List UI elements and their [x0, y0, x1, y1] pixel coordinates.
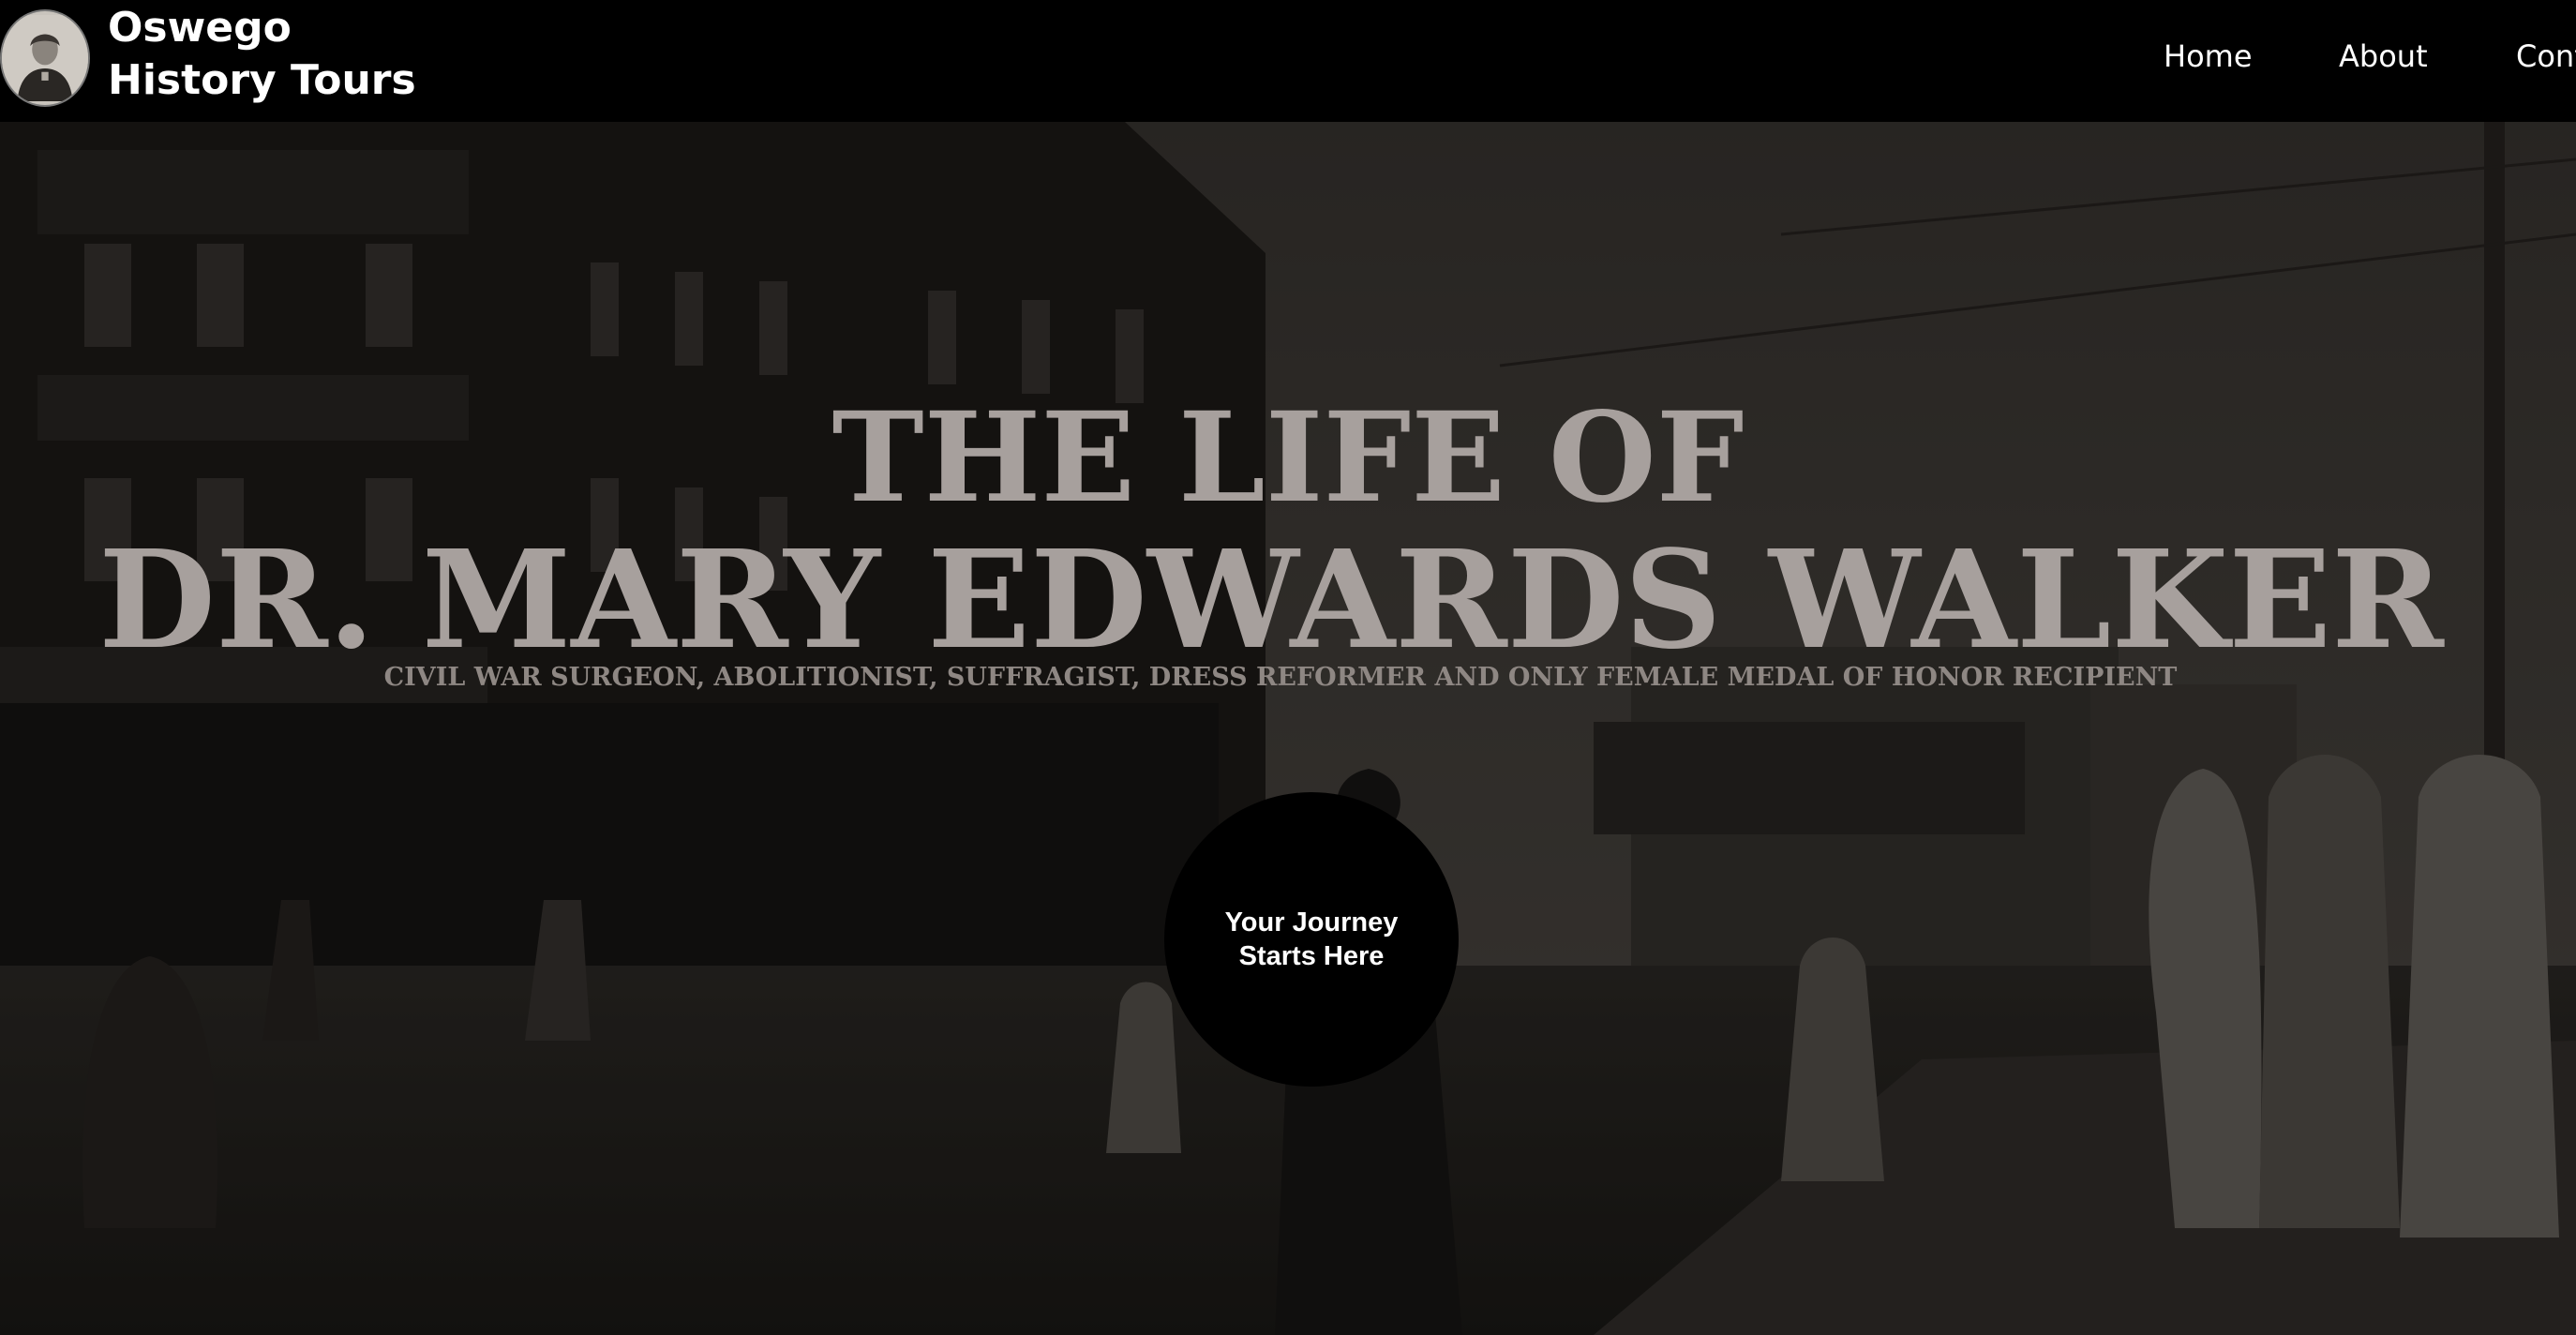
hero-subtitle: CIVIL WAR SURGEON, ABOLITIONIST, SUFFRAG…	[383, 663, 2178, 692]
hero-section: THE LIFE OF DR. MARY EDWARDS WALKER CIVI…	[0, 122, 2576, 1335]
hero-dark-overlay	[0, 122, 2576, 1335]
site-title-line1: Oswego	[108, 4, 292, 52]
hero-title-line2: DR. MARY EDWARDS WALKER	[98, 520, 2444, 679]
hero-title-line1: THE LIFE OF	[831, 385, 1745, 531]
nav-link-home[interactable]: Home	[2164, 38, 2253, 75]
site-header: Oswego History Tours Home About Contact	[0, 0, 2576, 122]
journey-start-button[interactable]: Your Journey Starts Here	[1164, 792, 1459, 1087]
nav-link-contact[interactable]: Contact	[2516, 38, 2576, 75]
journey-start-label: Your Journey Starts Here	[1224, 908, 1399, 971]
site-title[interactable]: Oswego History Tours	[108, 2, 416, 107]
site-title-line2: History Tours	[108, 56, 416, 104]
nav-link-about[interactable]: About	[2339, 38, 2428, 75]
portrait-avatar-icon	[2, 15, 88, 101]
site-logo-portrait-icon[interactable]	[0, 9, 90, 107]
